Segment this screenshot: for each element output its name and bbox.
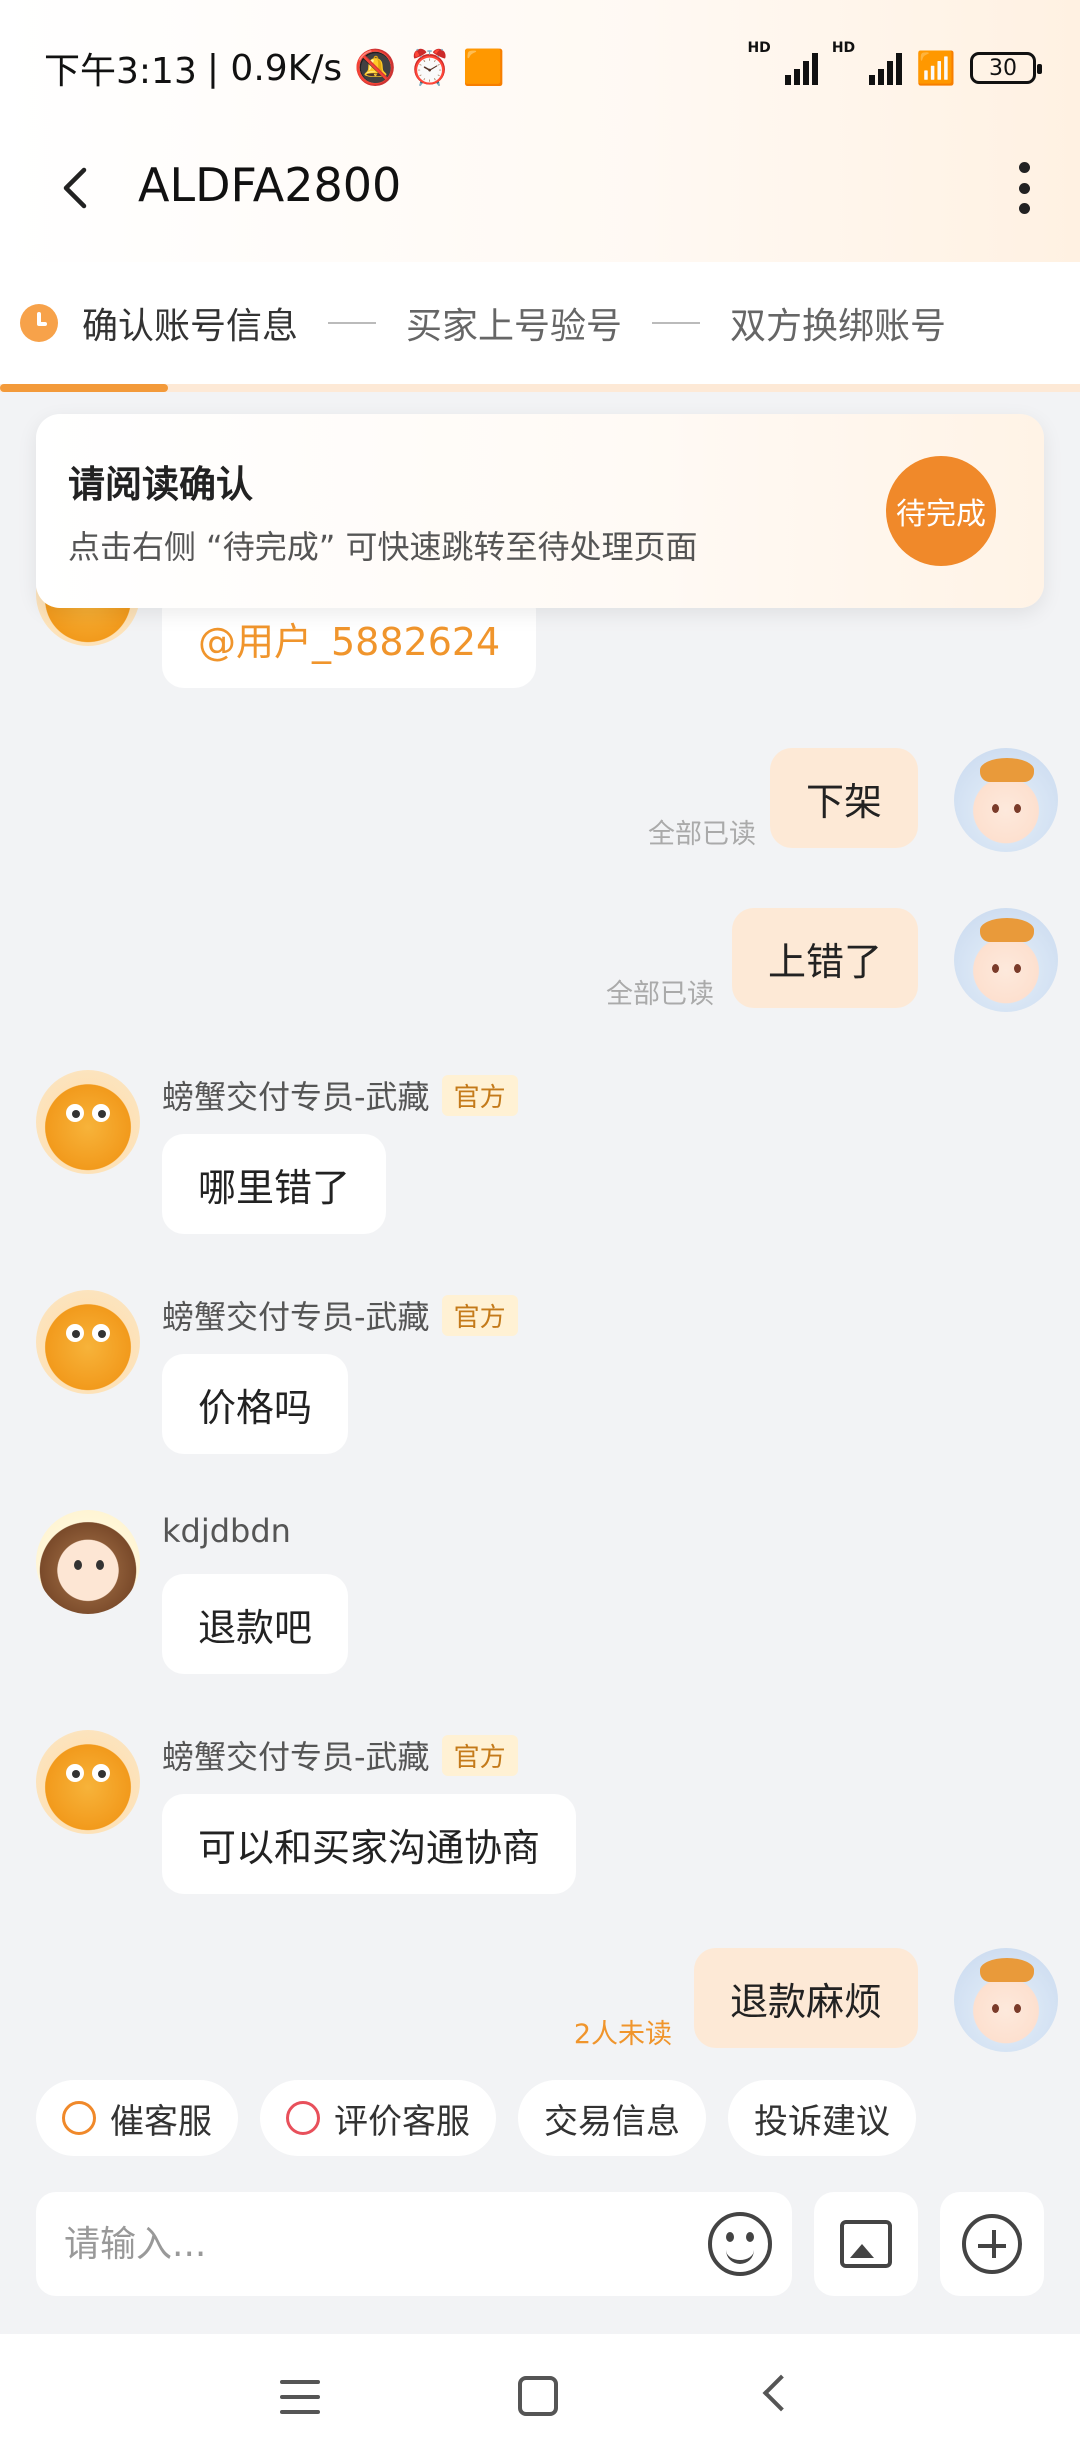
status-bar-left: 下午3:13 | 0.9K/s 🔕 ⏰ 🟧: [44, 40, 505, 96]
sender-name-text: 螃蟹交付专员-武藏: [162, 1738, 430, 1776]
rate-service-button[interactable]: 评价客服: [260, 2080, 496, 2156]
alarm-icon: ⏰: [408, 48, 451, 88]
avatar[interactable]: [36, 1730, 140, 1834]
my-avatar[interactable]: [954, 908, 1058, 1012]
pending-button[interactable]: 待完成: [886, 456, 996, 566]
message-bubble[interactable]: 价格吗: [162, 1354, 349, 1454]
sender-name-text: 螃蟹交付专员-武藏: [162, 1298, 430, 1336]
chip-label: 投诉建议: [754, 2101, 890, 2142]
system-nav-bar: [0, 2334, 1080, 2460]
step-confirm-account[interactable]: 确认账号信息: [82, 297, 298, 349]
message-input-box[interactable]: [36, 2192, 792, 2296]
sender-name: 螃蟹交付专员-武藏 官方: [162, 1292, 518, 1338]
step-divider: [328, 322, 377, 324]
clock-icon: [20, 304, 58, 342]
message-bubble[interactable]: 退款麻烦: [693, 1948, 918, 2048]
read-status: 全部已读: [648, 819, 756, 850]
message-bubble[interactable]: 下架: [769, 748, 918, 848]
urge-service-button[interactable]: 催客服: [36, 2080, 238, 2156]
battery-level: 30: [989, 55, 1017, 81]
page-title: ALDFA2800: [138, 158, 402, 212]
message-bubble[interactable]: 可以和买家沟通协商: [162, 1794, 577, 1894]
wifi-icon: 📶: [916, 49, 956, 87]
battery-icon: 30: [970, 52, 1042, 84]
my-avatar[interactable]: [954, 1948, 1058, 2052]
emoji-icon[interactable]: [708, 2212, 772, 2276]
message-bubble[interactable]: 上错了: [731, 908, 918, 1008]
nav-back-icon[interactable]: [762, 2374, 800, 2412]
message-bubble[interactable]: 退款吧: [162, 1574, 349, 1674]
signal-icon: [784, 51, 818, 85]
smile-icon: [286, 2101, 320, 2135]
my-avatar[interactable]: [954, 748, 1058, 852]
home-icon[interactable]: [518, 2376, 558, 2416]
signal-icon-2: [869, 51, 903, 85]
complaint-button[interactable]: 投诉建议: [728, 2080, 916, 2156]
step-buyer-verify[interactable]: 买家上号验号: [406, 297, 622, 349]
sender-name: 螃蟹交付专员-武藏 官方: [162, 1732, 518, 1778]
plus-icon: [962, 2214, 1022, 2274]
image-icon: [840, 2220, 892, 2268]
chip-label: 催客服: [110, 2101, 212, 2142]
official-badge: 官方: [441, 1734, 518, 1776]
avatar[interactable]: [36, 1070, 140, 1174]
back-arrow-icon[interactable]: [50, 162, 102, 214]
chip-label: 交易信息: [544, 2101, 680, 2142]
menu-icon[interactable]: [280, 2380, 320, 2414]
input-row: [36, 2192, 1044, 2296]
network-speed: | 0.9K/s: [206, 47, 343, 89]
chat-toolbar: 催客服 评价客服 交易信息 投诉建议: [0, 2052, 1080, 2334]
message-input[interactable]: [64, 2214, 684, 2274]
read-confirm-notice[interactable]: 请阅读确认 点击右侧 “待完成” 可快速跳转至待处理页面 待完成: [36, 414, 1044, 608]
notice-description: 点击右侧 “待完成” 可快速跳转至待处理页面: [68, 528, 698, 566]
step-rebind-account[interactable]: 双方换绑账号: [730, 297, 946, 349]
chat-area[interactable]: @用户_5882624 全部已读 下架 全部已读 上错了 螃蟹交付专员-武藏 官…: [0, 392, 1080, 2052]
message-bubble[interactable]: 哪里错了: [162, 1134, 387, 1234]
mention-text[interactable]: @用户_5882624: [198, 611, 500, 666]
quick-actions: 催客服 评价客服 交易信息 投诉建议: [36, 2080, 916, 2156]
trade-info-button[interactable]: 交易信息: [518, 2080, 706, 2156]
top-bar: 下午3:13 | 0.9K/s 🔕 ⏰ 🟧 HD HD 📶 30 ALDFA28…: [0, 0, 1080, 262]
more-button[interactable]: [940, 2192, 1044, 2296]
chip-label: 评价客服: [334, 2101, 470, 2142]
hd-label-2: HD: [831, 40, 856, 56]
image-button[interactable]: [814, 2192, 918, 2296]
avatar[interactable]: [36, 1510, 140, 1614]
read-status: 全部已读: [606, 979, 714, 1010]
app-notification-icon: 🟧: [462, 48, 506, 88]
sender-name-text: 螃蟹交付专员-武藏: [162, 1078, 430, 1116]
hd-label: HD: [747, 40, 771, 56]
sender-name: 螃蟹交付专员-武藏 官方: [162, 1072, 518, 1118]
header: ALDFA2800: [0, 140, 1080, 236]
official-badge: 官方: [441, 1294, 518, 1336]
unread-status: 2人未读: [573, 2019, 672, 2050]
mute-icon: 🔕: [354, 48, 397, 88]
official-badge: 官方: [441, 1074, 518, 1116]
alarm-clock-icon: [62, 2101, 96, 2135]
sender-name: kdjdbdn: [162, 1512, 291, 1550]
steps-progress-bar: [0, 384, 1080, 392]
notice-title: 请阅读确认: [68, 463, 253, 506]
avatar[interactable]: [36, 1290, 140, 1394]
step-divider: [652, 322, 701, 324]
status-bar-right: HD HD 📶 30: [747, 40, 1042, 96]
trade-steps: 确认账号信息 买家上号验号 双方换绑账号: [0, 262, 1080, 384]
sender-name-text: kdjdbdn: [162, 1512, 291, 1550]
status-time: 下午3:13: [44, 51, 197, 92]
more-options-icon[interactable]: [1012, 162, 1036, 214]
